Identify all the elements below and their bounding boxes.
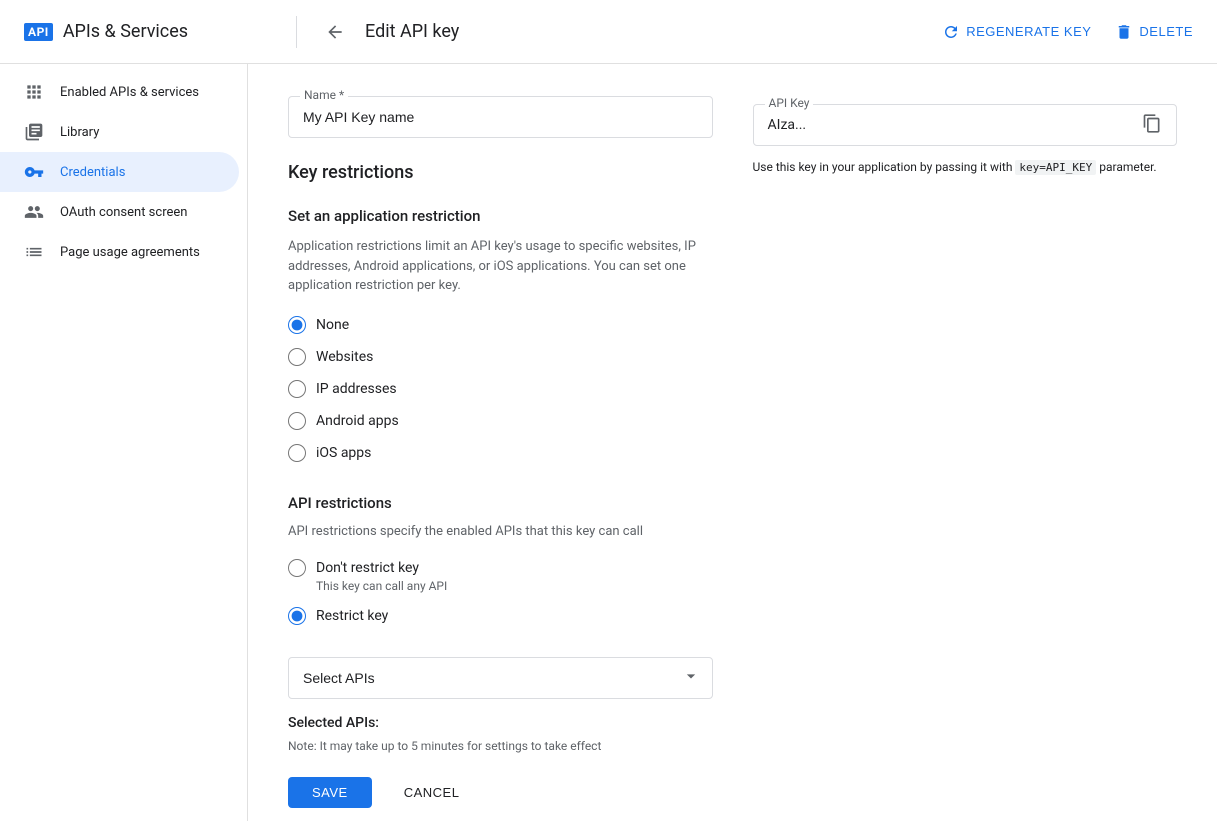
cancel-button[interactable]: CANCEL — [388, 777, 476, 808]
library-icon — [24, 122, 44, 142]
select-apis-dropdown[interactable]: Select APIs — [288, 657, 713, 699]
right-column: API Key AIza... Use this key in your app… — [753, 96, 1178, 808]
app-restriction-title: Set an application restriction — [288, 207, 713, 225]
note-text: Note: It may take up to 5 minutes for se… — [288, 739, 713, 753]
key-icon — [24, 162, 44, 182]
api-key-box: AIza... — [753, 104, 1178, 146]
api-key-hint-suffix: parameter. — [1099, 160, 1156, 174]
page-title: Edit API key — [365, 21, 926, 42]
api-key-hint-code: key=API_KEY — [1015, 160, 1096, 175]
regenerate-icon — [942, 23, 960, 41]
radio-ip-input[interactable] — [288, 380, 306, 398]
delete-label: DELETE — [1139, 24, 1193, 39]
app-restriction-radio-group: None Websites IP addresses Android apps — [288, 316, 713, 462]
name-input[interactable] — [288, 96, 713, 138]
api-restrictions-section: API restrictions API restrictions specif… — [288, 494, 713, 808]
radio-ip-addresses[interactable]: IP addresses — [288, 380, 713, 398]
sidebar-item-oauth[interactable]: OAuth consent screen — [0, 192, 239, 232]
sidebar-item-enabled-apis[interactable]: Enabled APIs & services — [0, 72, 239, 112]
api-key-field: API Key AIza... — [753, 104, 1178, 146]
logo-area: API APIs & Services — [24, 21, 272, 42]
copy-key-button[interactable] — [1138, 110, 1166, 141]
main-layout: Enabled APIs & services Library Credenti… — [0, 64, 1217, 821]
radio-android-label: Android apps — [316, 413, 399, 429]
logo-api-text: API — [24, 23, 53, 41]
sidebar-item-credentials-label: Credentials — [60, 165, 125, 180]
radio-websites-label: Websites — [316, 349, 373, 365]
top-header: API APIs & Services Edit API key REGENER… — [0, 0, 1217, 64]
radio-none-label: None — [316, 317, 349, 333]
sidebar-item-library-label: Library — [60, 125, 99, 140]
selected-apis-label: Selected APIs: — [288, 715, 713, 731]
select-apis-wrapper: Select APIs — [288, 657, 713, 699]
delete-button[interactable]: DELETE — [1115, 23, 1193, 41]
radio-none[interactable]: None — [288, 316, 713, 334]
people-icon — [24, 202, 44, 222]
radio-android-apps[interactable]: Android apps — [288, 412, 713, 430]
api-restrictions-title: API restrictions — [288, 494, 713, 512]
radio-ios-apps[interactable]: iOS apps — [288, 444, 713, 462]
sidebar-item-enabled-apis-label: Enabled APIs & services — [60, 85, 199, 100]
main-content: Name * Key restrictions Set an applicati… — [248, 64, 1217, 821]
copy-icon — [1142, 114, 1162, 134]
radio-ios-input[interactable] — [288, 444, 306, 462]
name-field: Name * — [288, 96, 713, 138]
radio-ip-label: IP addresses — [316, 381, 397, 397]
regenerate-key-label: REGENERATE KEY — [966, 24, 1091, 39]
delete-icon — [1115, 23, 1133, 41]
sidebar-item-page-usage[interactable]: Page usage agreements — [0, 232, 239, 272]
left-column: Name * Key restrictions Set an applicati… — [288, 96, 713, 808]
app-title: APIs & Services — [63, 21, 188, 42]
content-grid: Name * Key restrictions Set an applicati… — [288, 96, 1177, 808]
header-actions: REGENERATE KEY DELETE — [942, 23, 1193, 41]
api-key-label: API Key — [765, 96, 814, 110]
radio-ios-label: iOS apps — [316, 445, 371, 461]
restrict-key-option: Restrict key — [288, 607, 713, 625]
sidebar-item-page-usage-label: Page usage agreements — [60, 245, 200, 260]
grid-icon — [24, 82, 44, 102]
api-restrictions-desc: API restrictions specify the enabled API… — [288, 524, 713, 539]
dont-restrict-option: Don't restrict key This key can call any… — [288, 559, 713, 593]
radio-restrict-key[interactable]: Restrict key — [288, 607, 713, 625]
api-restriction-radio-group: Don't restrict key This key can call any… — [288, 559, 713, 625]
regenerate-key-button[interactable]: REGENERATE KEY — [942, 23, 1091, 41]
key-restrictions-title: Key restrictions — [288, 162, 713, 183]
radio-dont-restrict-label: Don't restrict key — [316, 560, 419, 576]
sidebar-item-credentials[interactable]: Credentials — [0, 152, 239, 192]
back-button[interactable] — [321, 18, 349, 46]
sidebar-item-oauth-label: OAuth consent screen — [60, 205, 187, 220]
app-restriction-desc: Application restrictions limit an API ke… — [288, 237, 713, 296]
radio-dont-restrict-subtext: This key can call any API — [316, 579, 713, 593]
name-field-label: Name * — [300, 88, 348, 102]
header-divider — [296, 16, 297, 48]
action-buttons: SAVE CANCEL — [288, 777, 713, 808]
radio-restrict-key-input[interactable] — [288, 607, 306, 625]
radio-dont-restrict[interactable]: Don't restrict key — [288, 559, 713, 577]
api-key-hint-text: Use this key in your application by pass… — [753, 160, 1013, 174]
list-icon — [24, 242, 44, 262]
radio-dont-restrict-input[interactable] — [288, 559, 306, 577]
radio-restrict-key-label: Restrict key — [316, 608, 388, 624]
api-key-value: AIza... — [768, 117, 807, 133]
radio-android-input[interactable] — [288, 412, 306, 430]
radio-websites[interactable]: Websites — [288, 348, 713, 366]
radio-none-input[interactable] — [288, 316, 306, 334]
save-button[interactable]: SAVE — [288, 777, 372, 808]
sidebar-item-library[interactable]: Library — [0, 112, 239, 152]
radio-websites-input[interactable] — [288, 348, 306, 366]
api-key-hint: Use this key in your application by pass… — [753, 158, 1178, 177]
sidebar: Enabled APIs & services Library Credenti… — [0, 64, 248, 821]
